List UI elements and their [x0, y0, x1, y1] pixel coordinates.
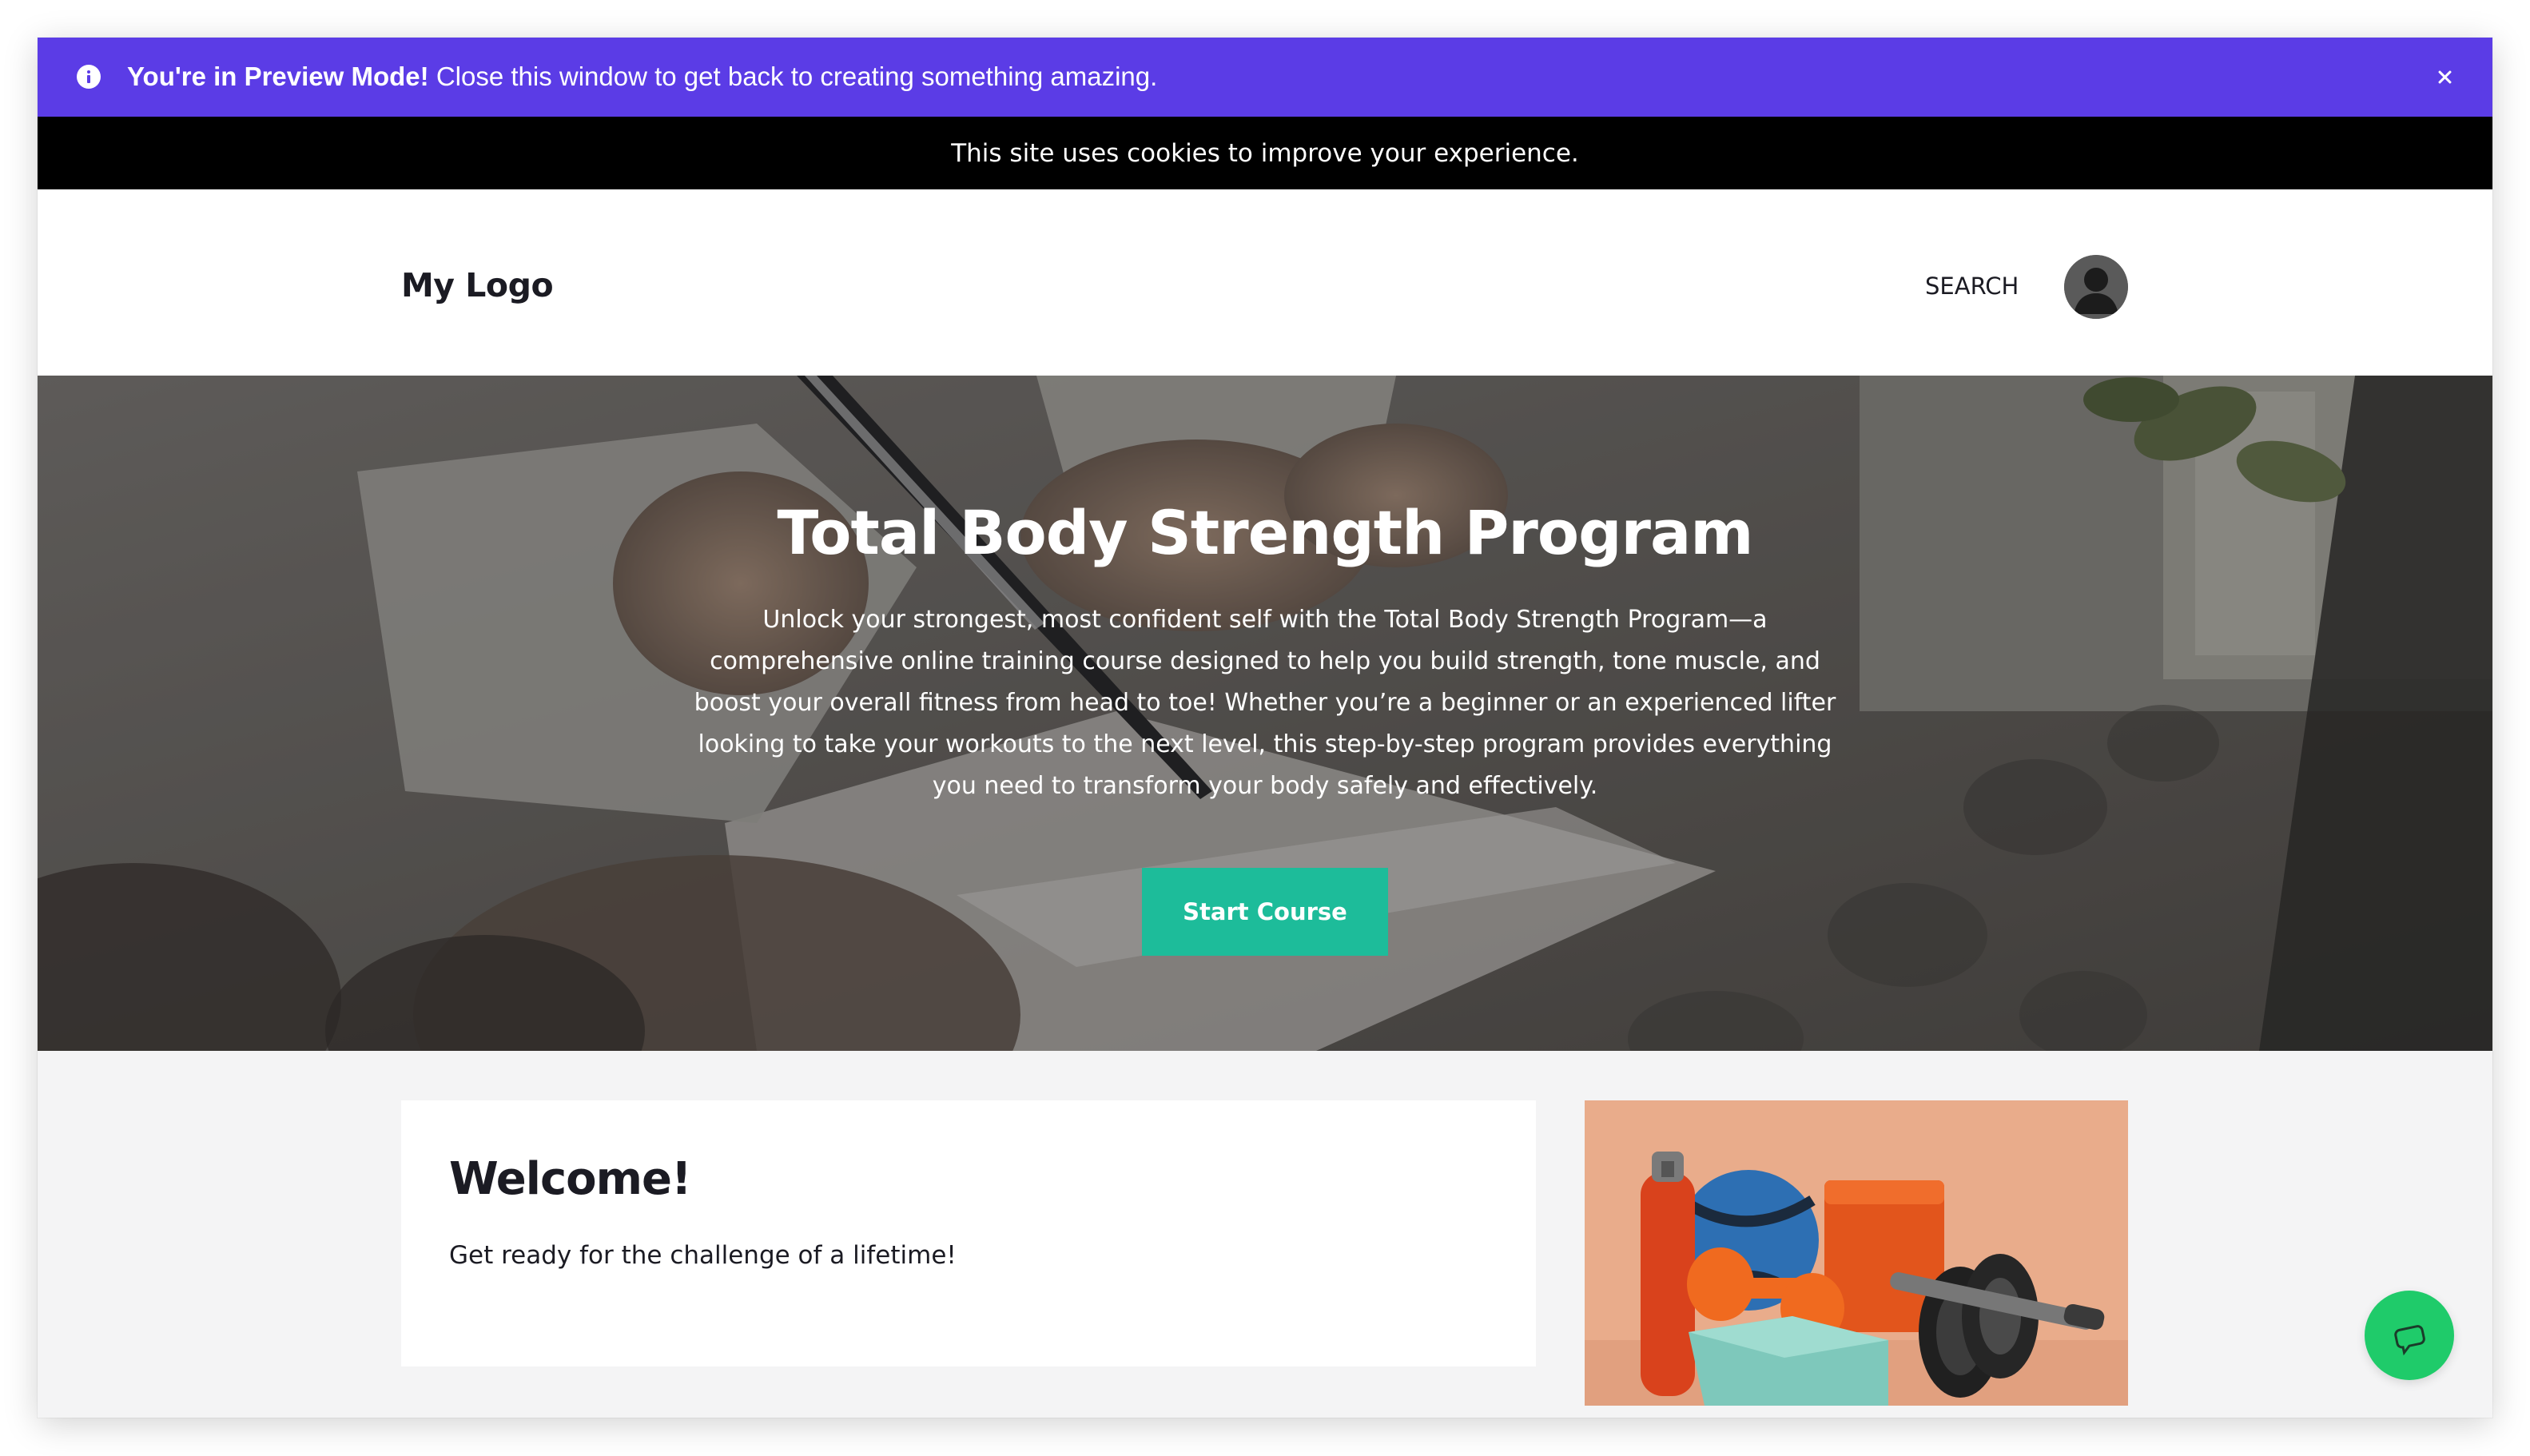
info-icon — [77, 65, 101, 89]
hero-section: Total Body Strength Program Unlock your … — [38, 376, 2492, 1051]
welcome-text: Get ready for the challenge of a lifetim… — [449, 1241, 957, 1270]
chat-bubble-icon[interactable] — [2365, 1291, 2454, 1380]
close-icon[interactable] — [2432, 64, 2457, 90]
welcome-title: Welcome! — [449, 1153, 691, 1205]
search-link[interactable]: SEARCH — [1925, 273, 2019, 300]
cookie-notice-text: This site uses cookies to improve your e… — [951, 138, 1579, 168]
fitness-equipment-image — [1585, 1100, 2128, 1406]
cookie-notice: This site uses cookies to improve your e… — [38, 117, 2492, 189]
start-course-button[interactable]: Start Course — [1142, 868, 1388, 956]
preview-mode-banner: You're in Preview Mode! Close this windo… — [38, 38, 2492, 117]
site-header: My Logo SEARCH — [38, 189, 2492, 376]
hero-description: Unlock your strongest, most confident se… — [694, 606, 1836, 800]
preview-message-text: Close this window to get back to creatin… — [436, 62, 1158, 91]
hero-title: Total Body Strength Program — [777, 497, 1754, 568]
browser-page: You're in Preview Mode! Close this windo… — [38, 38, 2492, 1418]
preview-message-bold: You're in Preview Mode! — [127, 62, 429, 91]
site-logo[interactable]: My Logo — [401, 266, 554, 304]
preview-message: You're in Preview Mode! Close this windo… — [127, 62, 1157, 92]
user-avatar-icon[interactable] — [2064, 255, 2128, 319]
welcome-card: Welcome! Get ready for the challenge of … — [401, 1100, 1536, 1366]
